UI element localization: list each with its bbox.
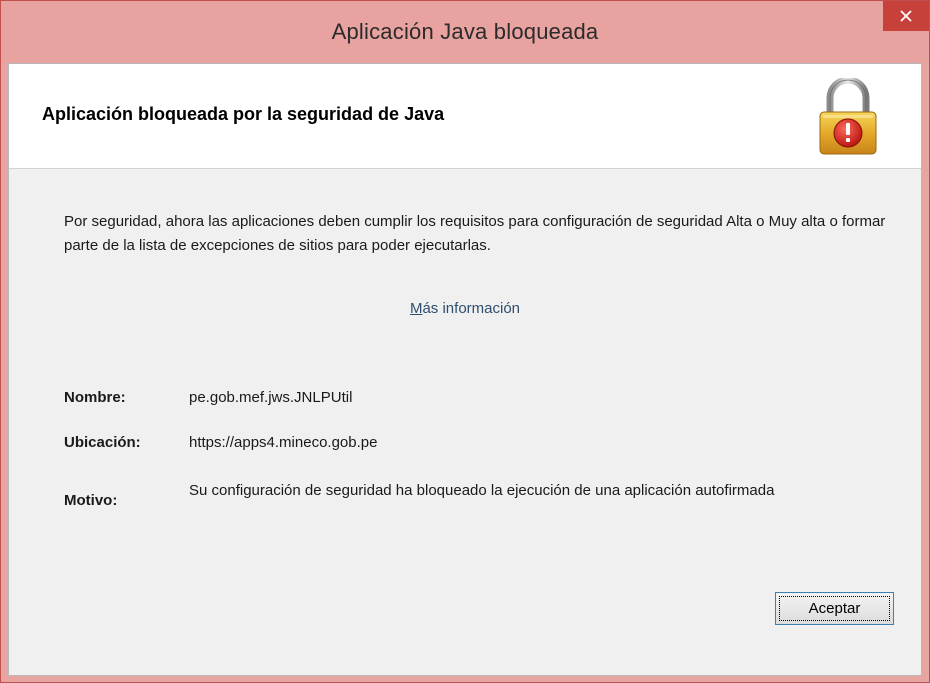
reason-value: Su configuración de seguridad ha bloquea… — [189, 482, 775, 499]
location-value: https://apps4.mineco.gob.pe — [189, 434, 378, 451]
window-title: Aplicación Java bloqueada — [331, 19, 599, 44]
close-icon — [900, 10, 912, 22]
lock-warning-icon — [819, 78, 877, 155]
accept-button[interactable]: Aceptar — [775, 592, 894, 625]
accept-button-label: Aceptar — [808, 600, 861, 617]
name-value: pe.gob.mef.jws.JNLPUtil — [189, 389, 353, 406]
more-info-access-key: M — [409, 300, 423, 317]
more-info-label: ás información — [422, 300, 521, 317]
name-label: Nombre: — [64, 389, 126, 406]
security-message: Por seguridad, ahora las aplicaciones de… — [64, 213, 886, 254]
title-bar[interactable]: Aplicación Java bloqueada — [1, 1, 929, 63]
reason-label: Motivo: — [64, 492, 118, 509]
dialog-header: Aplicación bloqueada por la seguridad de… — [9, 64, 921, 169]
close-button[interactable] — [883, 1, 929, 31]
more-info-link[interactable]: Más información — [9, 300, 921, 317]
location-label: Ubicación: — [64, 434, 141, 451]
dialog-window: Aplicación Java bloqueada Aplicación blo… — [0, 0, 930, 683]
dialog-body: Aplicación bloqueada por la seguridad de… — [8, 63, 922, 676]
header-title: Aplicación bloqueada por la seguridad de… — [42, 104, 445, 124]
